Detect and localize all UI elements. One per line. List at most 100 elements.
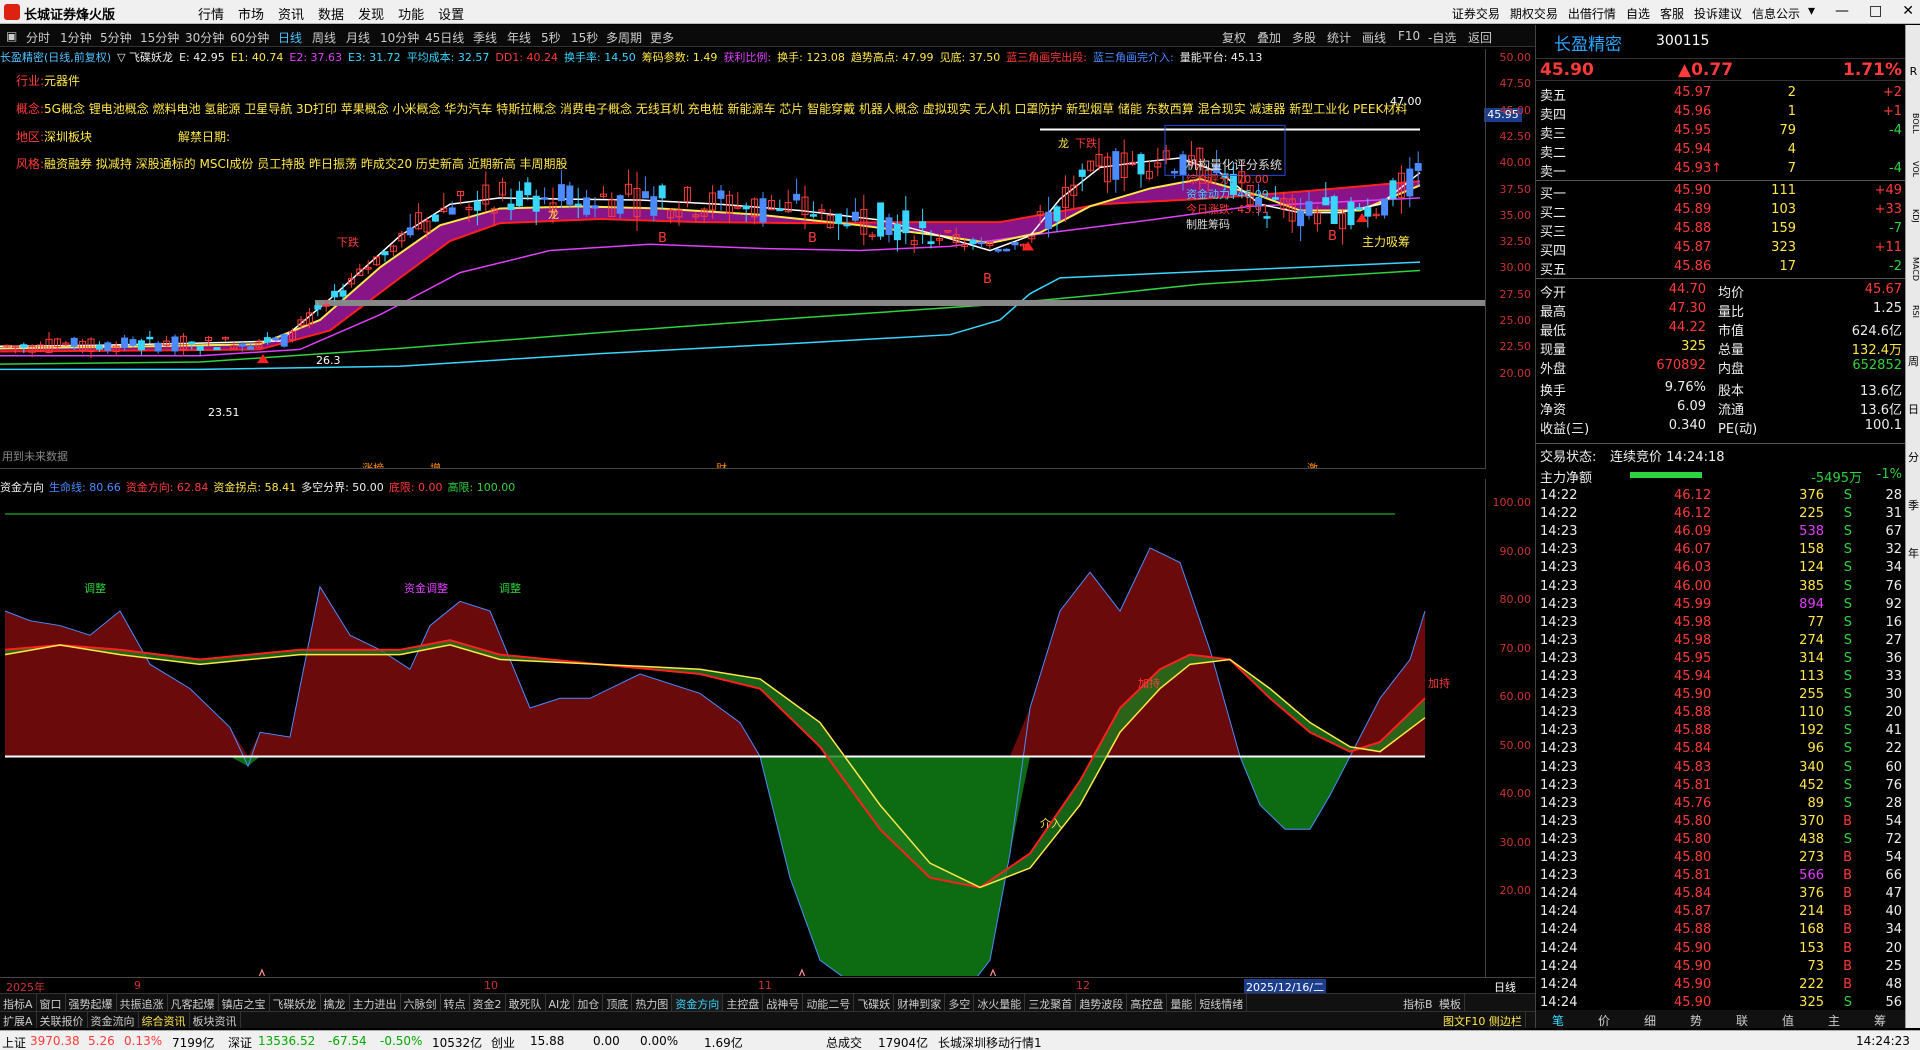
tick-row[interactable]: 14:23 45.80 273 B 54 bbox=[1536, 849, 1906, 867]
dropdown-icon[interactable]: ▾ bbox=[1808, 3, 1815, 19]
indicator-tab[interactable]: 多空 bbox=[945, 994, 975, 1011]
period-tab[interactable]: 周线 bbox=[312, 29, 336, 46]
tick-row[interactable]: 14:22 46.12 376 S 28 bbox=[1536, 487, 1906, 505]
indicator-tab[interactable]: 资金2 bbox=[470, 994, 506, 1011]
minimize-icon[interactable]: — bbox=[1835, 3, 1849, 19]
indicator-tab[interactable]: 短线情绪 bbox=[1196, 994, 1248, 1011]
side-strip-item[interactable]: 年 bbox=[1907, 545, 1920, 561]
indicator-tab-right[interactable]: 指标B bbox=[1400, 994, 1437, 1011]
period-tab[interactable]: 多周期 bbox=[606, 29, 642, 46]
side-strip-item[interactable]: KDJ bbox=[1907, 209, 1920, 223]
tick-row[interactable]: 14:23 45.98 77 S 16 bbox=[1536, 614, 1906, 632]
indicator-tab[interactable]: 三龙聚首 bbox=[1025, 994, 1077, 1011]
indicator-tab[interactable]: 热力图 bbox=[632, 994, 673, 1011]
quote-tab[interactable]: 笔 bbox=[1552, 1012, 1564, 1029]
overlay-button[interactable]: 叠加 bbox=[1257, 29, 1281, 46]
menu-service[interactable]: 客服 bbox=[1660, 5, 1684, 22]
side-strip-item[interactable]: 分 bbox=[1907, 449, 1920, 465]
extension-tab[interactable]: 资金流向 bbox=[88, 1012, 139, 1028]
indicator-tab[interactable]: 动能二号 bbox=[803, 994, 855, 1011]
tick-row[interactable]: 14:23 45.95 314 S 36 bbox=[1536, 650, 1906, 668]
indicator-tab[interactable]: 加仓 bbox=[574, 994, 604, 1011]
quote-tab[interactable]: 筹 bbox=[1874, 1012, 1886, 1029]
menu-item[interactable]: 功能 bbox=[398, 4, 424, 23]
indicator-tab-right[interactable]: 模板 bbox=[1436, 994, 1465, 1011]
f10-button[interactable]: F10 bbox=[1398, 29, 1420, 43]
extension-tab[interactable]: 综合资讯 bbox=[139, 1012, 190, 1028]
bid-row[interactable]: 买五 45.86 17 -2 bbox=[1536, 258, 1906, 278]
multi-stock-button[interactable]: 多股 bbox=[1292, 29, 1316, 46]
ask-row[interactable]: 卖三 45.95 79 -4 bbox=[1536, 122, 1906, 142]
period-tab[interactable]: 45日线 bbox=[425, 29, 464, 46]
indicator-tab[interactable]: 敢死队 bbox=[506, 994, 546, 1011]
indicator-tab[interactable]: 战神号 bbox=[763, 994, 804, 1011]
side-strip-item[interactable]: R bbox=[1907, 65, 1920, 78]
tick-row[interactable]: 14:24 45.90 153 B 20 bbox=[1536, 940, 1906, 958]
period-tab[interactable]: 月线 bbox=[346, 29, 370, 46]
bid-row[interactable]: 买三 45.88 159 -7 bbox=[1536, 220, 1906, 240]
indicator-tab[interactable]: 指标A bbox=[0, 994, 37, 1011]
extension-tab[interactable]: 板块资讯 bbox=[190, 1012, 241, 1028]
period-tab[interactable]: 5分钟 bbox=[100, 29, 132, 46]
sh-index[interactable]: 3970.38 bbox=[30, 1034, 80, 1048]
menu-item[interactable]: 资讯 bbox=[278, 4, 304, 23]
tick-row[interactable]: 14:23 45.81 452 S 76 bbox=[1536, 777, 1906, 795]
tick-row[interactable]: 14:22 46.12 225 S 31 bbox=[1536, 505, 1906, 523]
ask-row[interactable]: 卖四 45.96 1 +1 bbox=[1536, 103, 1906, 123]
menu-watchlist[interactable]: 自选 bbox=[1626, 5, 1650, 22]
side-strip-item[interactable]: MACD bbox=[1907, 257, 1920, 281]
menu-lend[interactable]: 出借行情 bbox=[1568, 5, 1616, 22]
menu-item[interactable]: 数据 bbox=[318, 4, 344, 23]
indicator-tab[interactable]: 飞碟妖 bbox=[854, 994, 895, 1011]
indicator-tab[interactable]: 主力进出 bbox=[350, 994, 401, 1011]
ask-row[interactable]: 卖二 45.94 4 bbox=[1536, 141, 1906, 161]
menu-item[interactable]: 发现 bbox=[358, 4, 384, 23]
indicator-tab[interactable]: 飞碟妖龙 bbox=[270, 994, 321, 1011]
fund-direction-chart[interactable] bbox=[0, 496, 1485, 976]
quote-tab[interactable]: 值 bbox=[1782, 1012, 1794, 1029]
tick-row[interactable]: 14:24 45.88 168 B 34 bbox=[1536, 921, 1906, 939]
indicator-tab[interactable]: 转点 bbox=[441, 994, 470, 1011]
close-icon[interactable]: ✕ bbox=[1902, 3, 1914, 19]
indicator-tab[interactable]: 共振追涨 bbox=[117, 994, 168, 1011]
side-strip-item[interactable]: RSI bbox=[1907, 305, 1920, 318]
indicator-tab[interactable]: 六脉剑 bbox=[401, 994, 441, 1011]
quote-tab[interactable]: 价 bbox=[1598, 1012, 1610, 1029]
menu-item[interactable]: 设置 bbox=[438, 4, 464, 23]
period-tab[interactable]: 年线 bbox=[507, 29, 531, 46]
quote-tab[interactable]: 主 bbox=[1828, 1012, 1840, 1029]
bid-row[interactable]: 买四 45.87 323 +11 bbox=[1536, 239, 1906, 259]
menu-item[interactable]: 市场 bbox=[238, 4, 264, 23]
indicator-tab[interactable]: 量能 bbox=[1167, 994, 1197, 1011]
indicator-tab[interactable]: AI龙 bbox=[546, 994, 575, 1011]
ask-row[interactable]: 卖一 45.93↑ 7 -4 bbox=[1536, 160, 1906, 180]
side-strip-item[interactable]: VOL bbox=[1907, 161, 1920, 177]
menu-options[interactable]: 期权交易 bbox=[1510, 5, 1558, 22]
grid-icon[interactable]: ▣ bbox=[6, 29, 17, 43]
period-tab[interactable]: 分时 bbox=[26, 29, 50, 46]
tick-row[interactable]: 14:23 46.07 158 S 32 bbox=[1536, 541, 1906, 559]
menu-item[interactable]: 行情 bbox=[198, 4, 224, 23]
indicator-tab[interactable]: 擒龙 bbox=[321, 994, 350, 1011]
tick-row[interactable]: 14:23 45.81 566 B 66 bbox=[1536, 867, 1906, 885]
indicator-tab[interactable]: 趋势波段 bbox=[1076, 994, 1128, 1011]
side-strip-item[interactable]: 季 bbox=[1907, 497, 1920, 513]
tick-row[interactable]: 14:23 45.76 89 S 28 bbox=[1536, 795, 1906, 813]
quote-tab[interactable]: 势 bbox=[1690, 1012, 1702, 1029]
side-strip-item[interactable]: 日 bbox=[1907, 401, 1920, 417]
tick-row[interactable]: 14:24 45.90 73 B 25 bbox=[1536, 958, 1906, 976]
tick-row[interactable]: 14:23 45.99 894 S 92 bbox=[1536, 596, 1906, 614]
remove-watch-button[interactable]: -自选 bbox=[1428, 29, 1456, 46]
period-tab[interactable]: 15分钟 bbox=[140, 29, 179, 46]
tick-row[interactable]: 14:23 45.88 110 S 20 bbox=[1536, 704, 1906, 722]
menu-complaint[interactable]: 投诉建议 bbox=[1694, 5, 1742, 22]
indicator-tab[interactable]: 资金方向 bbox=[672, 994, 724, 1011]
quote-tab[interactable]: 联 bbox=[1736, 1012, 1748, 1029]
period-tab[interactable]: 5秒 bbox=[541, 29, 561, 46]
period-tab-active[interactable]: 日线 bbox=[278, 29, 302, 46]
period-tab[interactable]: 1分钟 bbox=[60, 29, 92, 46]
extension-tab[interactable]: 扩展A bbox=[0, 1012, 37, 1028]
indicator-tab[interactable]: 镇店之宝 bbox=[219, 994, 270, 1011]
draw-button[interactable]: 画线 bbox=[1362, 29, 1386, 46]
period-tab[interactable]: 更多 bbox=[650, 29, 674, 46]
